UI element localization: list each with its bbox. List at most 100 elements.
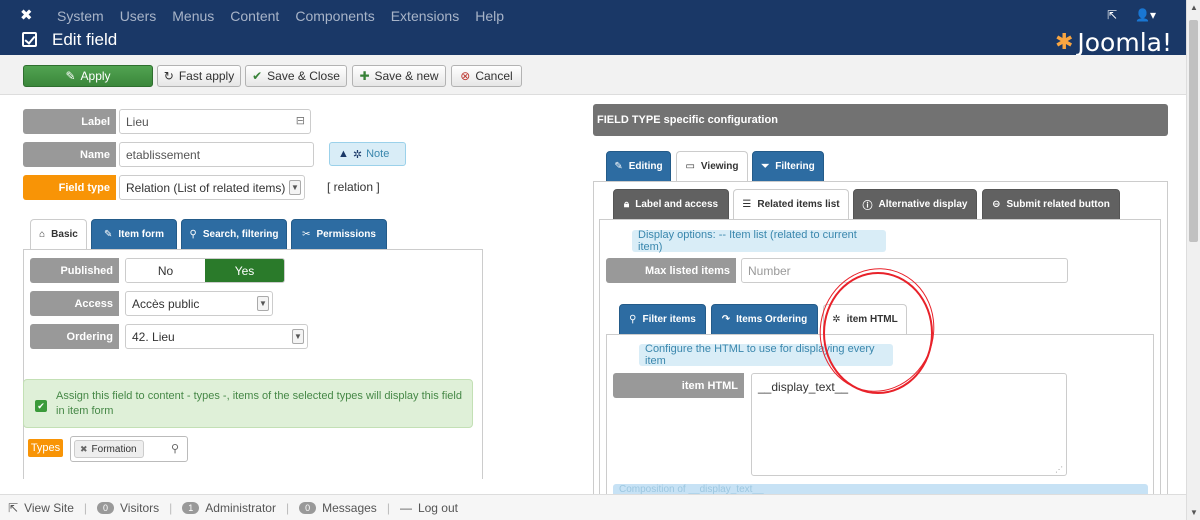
types-label: Types — [28, 439, 63, 457]
menu-extensions[interactable]: Extensions — [391, 8, 459, 24]
view-site-link[interactable]: View Site — [24, 501, 74, 515]
lock-icon: 🔒︎ — [623, 199, 630, 210]
note-label: Note — [366, 148, 390, 160]
tab-filter-items[interactable]: ⚲ Filter items — [619, 304, 706, 335]
external-link-icon: ⇱ — [8, 500, 19, 515]
tab-alternative-display[interactable]: ⓘ Alternative display — [853, 189, 977, 220]
search-icon[interactable]: ⚲ — [171, 442, 179, 455]
access-select[interactable]: Accès public ▼ — [125, 291, 273, 316]
tab-related-items-list[interactable]: ☰ Related items list — [733, 189, 849, 220]
chevron-down-icon: ▼ — [292, 329, 304, 344]
messages-badge: 0 — [299, 501, 317, 514]
search-icon: ⚲ — [629, 314, 637, 325]
translate-icon[interactable]: ⊟ — [296, 114, 305, 127]
save-new-button[interactable]: ✚ Save & new — [352, 65, 446, 87]
ordering-value: 42. Lieu — [132, 329, 175, 344]
tab-viewing-label: Viewing — [700, 161, 739, 172]
max-listed-items-placeholder: Number — [748, 263, 791, 278]
menu-system[interactable]: System — [57, 8, 104, 24]
menu-components[interactable]: Components — [295, 8, 374, 24]
name-input-value: etablissement — [126, 147, 201, 162]
visitors-link[interactable]: Visitors — [120, 501, 159, 515]
tab-permissions[interactable]: ✂ Permissions — [291, 219, 387, 250]
gear-icon: ✲ — [832, 314, 841, 325]
tab-related-items-list-label: Related items list — [757, 199, 840, 210]
tab-filtering[interactable]: ⏷ Filtering — [752, 151, 824, 182]
resize-grip-icon[interactable]: ⋰ — [1055, 465, 1063, 474]
tab-item-html[interactable]: ✲ item HTML — [823, 304, 907, 335]
published-toggle[interactable]: No Yes — [125, 258, 285, 283]
minus-icon: — — [399, 500, 412, 515]
wrench-icon: ✂ — [302, 229, 311, 240]
max-listed-items-input[interactable]: Number — [741, 258, 1068, 283]
brand-text: Joomla! — [1077, 28, 1172, 57]
name-input[interactable]: etablissement — [119, 142, 314, 167]
fieldtype-config-header: FIELD TYPE specific configuration — [593, 104, 1168, 136]
assign-text: Assign this field to content - types -, … — [56, 390, 462, 417]
fieldtype-tag: [ relation ] — [327, 180, 380, 194]
menu-users[interactable]: Users — [120, 8, 157, 24]
cancel-label: Cancel — [475, 69, 513, 83]
tab-item-html-label: item HTML — [846, 314, 898, 325]
tab-basic-label: Basic — [51, 229, 78, 240]
save-close-button[interactable]: ✔ Save & Close — [245, 65, 347, 87]
tab-item-form[interactable]: ✎ Item form — [91, 219, 177, 250]
fieldtype-value: Relation (List of related items) — [126, 180, 286, 195]
scrollbar-thumb[interactable] — [1189, 20, 1198, 242]
refresh-icon: ↻ — [163, 69, 174, 83]
published-yes[interactable]: Yes — [205, 259, 284, 282]
item-html-textarea[interactable]: __display_text__ ⋰ — [751, 373, 1067, 476]
note-button[interactable]: ▲ ✲ Note — [329, 142, 406, 166]
label-input[interactable]: Lieu ⊟ — [119, 109, 311, 134]
messages-link[interactable]: Messages — [322, 501, 377, 515]
administrator-link[interactable]: Administrator — [205, 501, 276, 515]
tab-search-filtering-label: Search, filtering — [202, 229, 279, 240]
user-icon[interactable]: 👤▾ — [1135, 8, 1156, 22]
tab-basic[interactable]: ⌂ Basic — [30, 219, 87, 250]
info-icon: ⓘ — [862, 201, 873, 212]
title-bar: Edit field — [0, 30, 1186, 55]
save-new-label: Save & new — [374, 69, 439, 83]
admin-badge: 1 — [182, 501, 200, 514]
tab-editing[interactable]: ✎ Editing — [606, 151, 671, 182]
scroll-up-icon[interactable]: ▲ — [1190, 3, 1198, 12]
types-chip: ✖ Formation — [74, 440, 144, 458]
tab-submit-related[interactable]: ⊖ Submit related button — [982, 189, 1120, 220]
menu-menus[interactable]: Menus — [172, 8, 214, 24]
tab-items-ordering[interactable]: ↷ Items Ordering — [711, 304, 818, 335]
page-scrollbar[interactable]: ▲ ▼ — [1186, 0, 1200, 520]
ordering-select[interactable]: 42. Lieu ▼ — [125, 324, 308, 349]
fieldtype-select[interactable]: Relation (List of related items) ▼ — [119, 175, 305, 200]
tab-submit-related-label: Submit related button — [1006, 199, 1110, 210]
menu-content[interactable]: Content — [230, 8, 279, 24]
remove-icon[interactable]: ✖ — [80, 444, 88, 455]
rotate-icon: ↷ — [721, 314, 731, 325]
cancel-button[interactable]: ⊗ Cancel — [451, 65, 522, 87]
access-value: Accès public — [132, 296, 200, 311]
toolbar: ✎ Apply ↻ Fast apply ✔ Save & Close ✚ Sa… — [0, 55, 1186, 95]
tab-search-filtering[interactable]: ⚲ Search, filtering — [181, 219, 287, 250]
checkbox-checked-icon[interactable]: ✔ — [35, 400, 47, 412]
page-title: Edit field — [52, 30, 118, 49]
fast-apply-label: Fast apply — [178, 69, 235, 83]
tab-label-access[interactable]: 🔒︎ Label and access — [613, 189, 729, 220]
top-navbar: ✖ System Users Menus Content Components … — [0, 0, 1186, 30]
logout-link[interactable]: Log out — [418, 501, 458, 515]
tab-viewing[interactable]: ▭ Viewing — [676, 151, 748, 182]
minus-circle-icon: ⊖ — [992, 199, 1001, 210]
item-html-value: __display_text__ — [758, 380, 849, 394]
chevron-down-icon: ▼ — [257, 296, 269, 311]
max-listed-items-label: Max listed items — [606, 258, 736, 283]
visitors-badge: 0 — [97, 501, 115, 514]
external-link-icon[interactable]: ⇱ — [1107, 8, 1117, 22]
apply-button[interactable]: ✎ Apply — [23, 65, 153, 87]
fast-apply-button[interactable]: ↻ Fast apply — [157, 65, 241, 87]
types-select[interactable]: ✖ Formation ⚲ — [70, 436, 188, 462]
gear-icon: ✲ — [352, 148, 363, 161]
published-no[interactable]: No — [126, 259, 205, 282]
joomla-logo-icon[interactable]: ✖ — [20, 6, 33, 24]
tab-item-form-label: Item form — [118, 229, 164, 240]
scroll-down-icon[interactable]: ▼ — [1190, 508, 1198, 517]
menu-help[interactable]: Help — [475, 8, 504, 24]
status-bar: ⇱ View Site | 0 Visitors | 1 Administrat… — [0, 494, 1186, 520]
